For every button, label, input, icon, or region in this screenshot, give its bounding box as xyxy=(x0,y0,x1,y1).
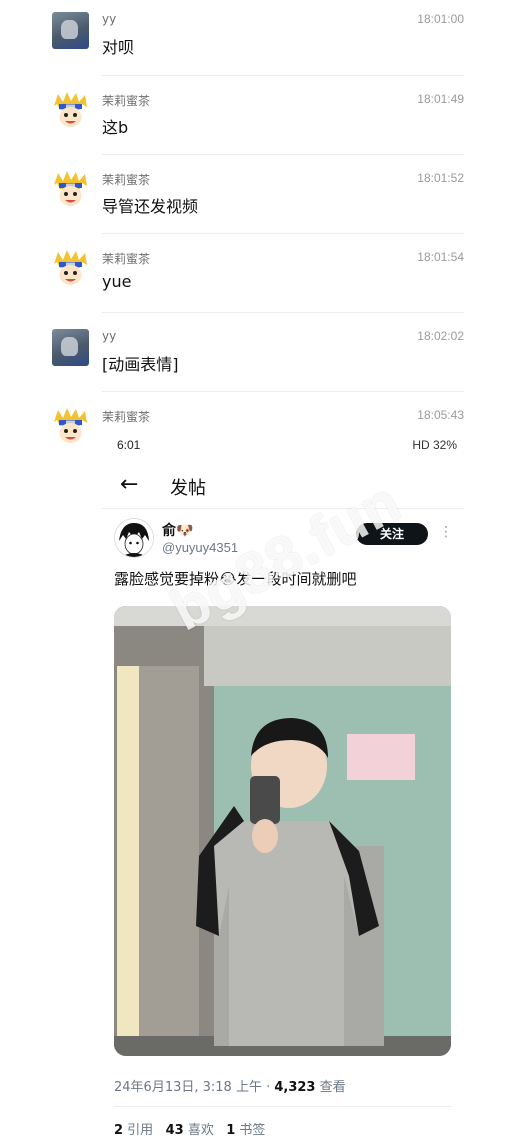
status-indicators: HD 32% xyxy=(412,438,457,452)
divider xyxy=(102,312,464,313)
page-title: 发帖 xyxy=(170,478,206,499)
quote-count[interactable]: 2 xyxy=(114,1123,123,1138)
divider xyxy=(102,233,464,234)
sender-name: yy xyxy=(102,329,117,343)
divider xyxy=(102,391,464,392)
avatar[interactable] xyxy=(52,171,89,208)
sender-name: 茉莉蜜茶 xyxy=(102,252,151,266)
anime-avatar-icon xyxy=(115,519,153,557)
message-time: 18:01:00 xyxy=(417,12,464,26)
sender-name: 茉莉蜜茶 xyxy=(102,94,151,108)
message-text: 对呗 xyxy=(102,38,135,57)
post-author-name[interactable]: 俞🐶 xyxy=(162,520,193,540)
sender-name: 茉莉蜜茶 xyxy=(102,173,151,187)
message-time: 18:01:52 xyxy=(417,171,464,185)
post-meta: 24年6月13日, 3:18 上午 · 4,323 查看 xyxy=(114,1076,346,1095)
divider xyxy=(102,508,464,509)
message-time: 18:01:54 xyxy=(417,250,464,264)
mirror-selfie-photo xyxy=(114,606,451,1056)
avatar[interactable] xyxy=(52,408,89,445)
view-label: 查看 xyxy=(315,1080,346,1095)
message-time: 18:01:49 xyxy=(417,92,464,106)
naruto-avatar-icon xyxy=(54,171,87,206)
message-item: yy 18:01:00 对呗 xyxy=(52,12,464,72)
divider xyxy=(102,154,464,155)
more-options-icon[interactable]: ⋮ xyxy=(439,524,453,540)
message-item: 茉莉蜜茶 18:01:52 导管还发视频 xyxy=(52,171,464,231)
post-date: 24年6月13日, 3:18 上午 · xyxy=(114,1080,275,1095)
post-stats: 2 引用 43 喜欢 1 书签 xyxy=(114,1119,265,1138)
avatar[interactable] xyxy=(52,250,89,287)
message-text: 导管还发视频 xyxy=(102,197,199,216)
sender-name: 茉莉蜜茶 xyxy=(102,410,151,424)
arrow-left-icon[interactable]: ← xyxy=(120,472,138,497)
post-author-avatar[interactable] xyxy=(114,518,154,558)
bookmark-label[interactable]: 书签 xyxy=(235,1123,265,1138)
sender-name: yy xyxy=(102,12,117,26)
avatar[interactable] xyxy=(52,329,89,366)
message-time: 18:02:02 xyxy=(417,329,464,343)
post-header: ← 发帖 xyxy=(102,468,464,504)
naruto-avatar-icon xyxy=(54,92,87,127)
message-item: 茉莉蜜茶 18:01:54 yue xyxy=(52,250,464,310)
like-label[interactable]: 喜欢 xyxy=(184,1123,214,1138)
message-text: yue xyxy=(102,272,132,291)
naruto-avatar-icon xyxy=(54,408,87,443)
status-time: 6:01 xyxy=(117,438,141,452)
message-time: 18:05:43 xyxy=(417,408,464,422)
view-count: 4,323 xyxy=(274,1080,316,1095)
divider xyxy=(102,75,464,76)
bookmark-count[interactable]: 1 xyxy=(226,1123,235,1138)
like-count[interactable]: 43 xyxy=(166,1123,184,1138)
avatar[interactable] xyxy=(52,12,89,49)
naruto-avatar-icon xyxy=(54,250,87,285)
message-item: 茉莉蜜茶 18:01:49 这b xyxy=(52,92,464,152)
message-item: yy 18:02:02 [动画表情] xyxy=(52,329,464,389)
message-text: 这b xyxy=(102,118,129,137)
post-photo[interactable] xyxy=(114,606,451,1056)
quote-label[interactable]: 引用 xyxy=(123,1123,153,1138)
divider xyxy=(114,1106,452,1107)
status-bar: 6:01 HD 32% xyxy=(117,438,457,458)
message-text: [动画表情] xyxy=(102,355,179,374)
avatar[interactable] xyxy=(52,92,89,129)
